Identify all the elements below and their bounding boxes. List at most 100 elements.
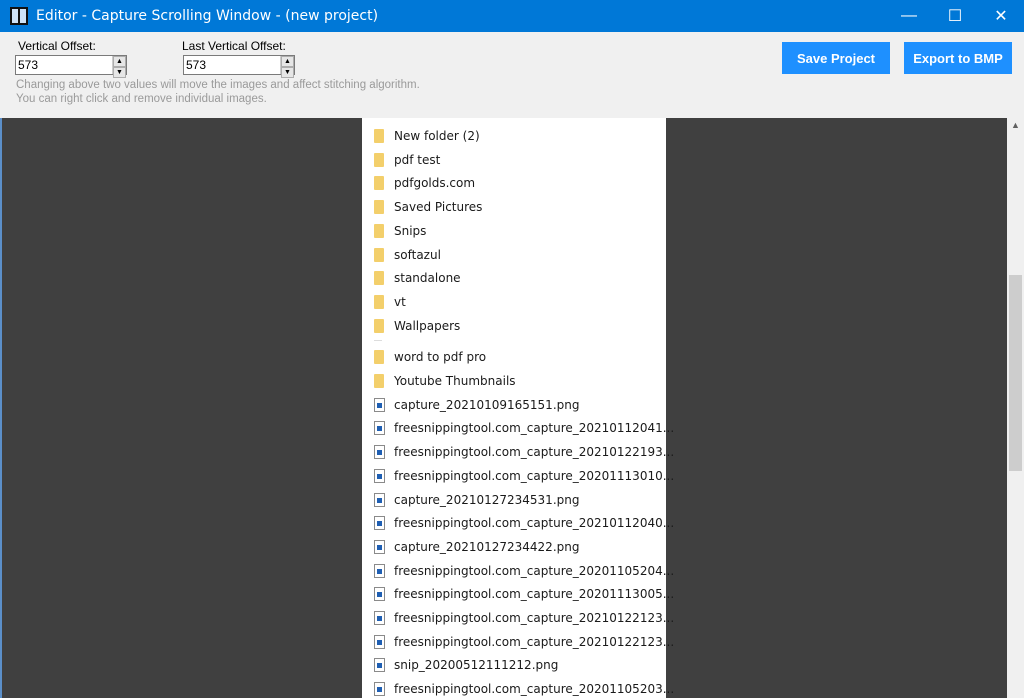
last-vertical-offset-input[interactable]: 573 [184, 56, 280, 74]
image-file-icon [374, 634, 385, 649]
folder-item: Youtube Thumbnails [362, 370, 516, 392]
decrement-icon[interactable]: ▼ [113, 67, 126, 78]
folder-icon [374, 223, 384, 238]
folder-icon [374, 271, 384, 286]
item-name: freesnippingtool.com_capture_20210112040… [394, 516, 675, 531]
image-file-icon [374, 421, 385, 436]
folder-item: standalone [362, 267, 461, 289]
item-name: Wallpapers [394, 318, 461, 333]
file-item: freesnippingtool.com_capture_20201105204… [362, 560, 674, 582]
image-seam [374, 339, 382, 341]
vertical-offset-stepper[interactable]: 573 ▲ ▼ [15, 55, 127, 78]
file-item: capture_20210109165151.png [362, 394, 579, 416]
item-name: freesnippingtool.com_capture_20210122193… [394, 445, 675, 460]
image-file-icon [374, 492, 385, 507]
image-file-icon [374, 658, 385, 673]
item-name: Saved Pictures [394, 200, 483, 215]
minimize-button[interactable]: — [886, 0, 932, 32]
image-file-icon [374, 468, 385, 483]
export-bmp-button[interactable]: Export to BMP [904, 42, 1012, 74]
hint-text: Changing above two values will move the … [16, 79, 420, 91]
item-name: Snips [394, 223, 427, 238]
folder-item: pdfgolds.com [362, 172, 475, 194]
item-name: snip_20200512111212.png [394, 658, 559, 673]
folder-item: Saved Pictures [362, 196, 482, 218]
item-name: freesnippingtool.com_capture_20210112041… [394, 421, 675, 436]
image-file-icon [374, 397, 385, 412]
item-name: pdfgolds.com [394, 176, 476, 191]
item-name: capture_20210127234531.png [394, 492, 580, 507]
item-name: New folder (2) [394, 129, 480, 143]
vertical-scrollbar[interactable]: ▲ [1007, 118, 1024, 698]
captured-image[interactable]: New folder (2) pdf test pdfgolds.com Saved … [362, 118, 674, 698]
folder-item: Snips [362, 220, 426, 242]
file-item: freesnippingtool.com_capture_20210112040… [362, 512, 674, 534]
item-name: standalone [394, 271, 461, 286]
item-name: pdf test [394, 152, 441, 167]
save-project-button[interactable]: Save Project [782, 42, 890, 74]
item-name: freesnippingtool.com_capture_20201113010… [394, 468, 675, 483]
folder-item: New folder (2) [362, 125, 480, 147]
folder-item: word to pdf pro [362, 346, 486, 368]
window-title: Editor - Capture Scrolling Window - (new… [36, 8, 379, 24]
item-name: capture_20210109165151.png [394, 397, 580, 412]
title-bar: Editor - Capture Scrolling Window - (new… [0, 0, 1024, 32]
file-item: freesnippingtool.com_capture_20210112041… [362, 417, 674, 439]
folder-icon [374, 294, 384, 309]
maximize-button[interactable]: ☐ [932, 0, 978, 32]
hint-text: You can right click and remove individua… [16, 93, 267, 105]
item-name: capture_20210127234422.png [394, 539, 580, 554]
item-name: freesnippingtool.com_capture_20201105204… [394, 563, 675, 578]
folder-icon [374, 152, 384, 167]
folder-icon [374, 247, 384, 262]
folder-item: softazul [362, 244, 441, 266]
image-file-icon [374, 563, 385, 578]
toolbar: Vertical Offset: 573 ▲ ▼ Last Vertical Of… [0, 32, 1024, 118]
folder-icon [374, 318, 384, 333]
file-item: freesnippingtool.com_capture_20210122193… [362, 441, 674, 463]
item-name: softazul [394, 247, 441, 262]
file-item: freesnippingtool.com_capture_20201105203… [362, 678, 674, 698]
file-item: capture_20210127234422.png [362, 536, 579, 558]
folder-item: Wallpapers [362, 315, 460, 337]
folder-icon [374, 374, 384, 388]
folder-icon [374, 200, 384, 215]
increment-icon[interactable]: ▲ [281, 56, 294, 67]
last-vertical-offset-label: Last Vertical Offset: [182, 39, 286, 53]
file-item: freesnippingtool.com_capture_20201113005… [362, 583, 674, 605]
image-file-icon [374, 445, 385, 460]
image-file-icon [374, 516, 385, 531]
app-icon [10, 7, 28, 25]
file-item: freesnippingtool.com_capture_20201113010… [362, 465, 674, 487]
folder-icon [374, 350, 384, 365]
folder-icon [374, 176, 384, 191]
canvas-edge [0, 118, 2, 698]
item-name: freesnippingtool.com_capture_20201113005… [394, 587, 675, 602]
file-item: freesnippingtool.com_capture_20210122123… [362, 607, 674, 629]
image-file-icon [374, 682, 385, 697]
item-name: freesnippingtool.com_capture_20210122123… [394, 634, 675, 649]
file-item: snip_20200512111212.png [362, 654, 558, 676]
item-name: vt [394, 294, 406, 309]
scroll-up-icon[interactable]: ▲ [1007, 120, 1024, 134]
close-button[interactable]: ✕ [978, 0, 1024, 32]
item-name: word to pdf pro [394, 350, 487, 365]
folder-item: pdf test [362, 149, 440, 171]
folder-item: vt [362, 291, 406, 313]
vertical-offset-label: Vertical Offset: [18, 39, 96, 53]
image-file-icon [374, 611, 385, 625]
file-item: capture_20210127234531.png [362, 489, 579, 511]
increment-icon[interactable]: ▲ [113, 56, 126, 67]
folder-icon [374, 129, 384, 143]
last-vertical-offset-stepper[interactable]: 573 ▲ ▼ [183, 55, 295, 78]
item-name: freesnippingtool.com_capture_20210122123… [394, 611, 675, 625]
image-file-icon [374, 587, 385, 602]
item-name: freesnippingtool.com_capture_20201105203… [394, 682, 675, 697]
file-item: freesnippingtool.com_capture_20210122123… [362, 631, 674, 653]
stitch-canvas[interactable]: New folder (2) pdf test pdfgolds.com Saved … [0, 118, 1007, 698]
decrement-icon[interactable]: ▼ [281, 67, 294, 78]
image-file-icon [374, 539, 385, 554]
vertical-offset-input[interactable]: 573 [16, 56, 112, 74]
item-name: Youtube Thumbnails [394, 374, 516, 388]
scrollbar-thumb[interactable] [1009, 275, 1022, 471]
